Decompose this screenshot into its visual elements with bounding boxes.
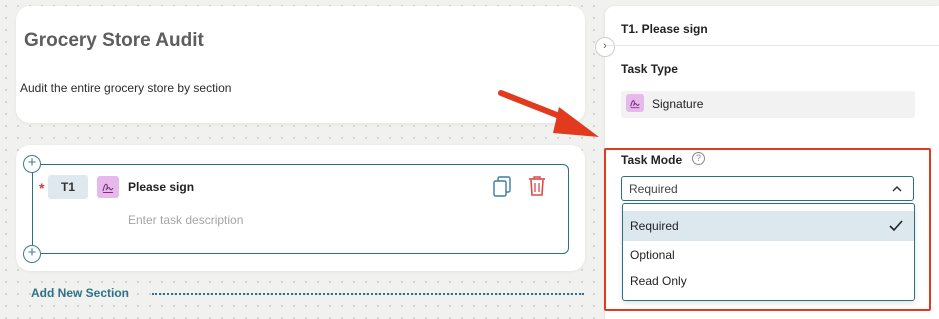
chevron-up-icon[interactable] [891,181,903,199]
annotation-arrow-icon [495,85,605,150]
help-icon[interactable]: ? [692,152,705,165]
task-description-input[interactable] [128,212,428,228]
collapse-panel-button[interactable]: › [595,37,615,57]
task-number-badge: T1 [48,175,88,199]
add-task-above-button[interactable]: + [23,155,41,173]
task-type-label: Task Type [621,62,678,76]
section-divider [152,293,584,295]
delete-icon[interactable] [527,175,547,202]
task-mode-label: Task Mode [621,153,683,167]
checkmark-icon [888,219,904,238]
form-description[interactable]: Audit the entire grocery store by sectio… [20,81,231,95]
required-indicator: * [39,180,45,196]
task-mode-select-value: Required [629,182,678,196]
panel-divider [606,45,939,46]
option-required[interactable]: Required [623,211,914,241]
form-title[interactable]: Grocery Store Audit [24,30,204,52]
signature-icon [626,94,644,112]
task-type-value: Signature [652,97,704,111]
task-title[interactable]: Please sign [128,180,194,194]
panel-title: T1. Please sign [621,22,708,36]
copy-icon[interactable] [492,176,512,203]
option-read-only[interactable]: Read Only [623,266,914,296]
task-mode-dropdown: Required Optional Read Only [622,203,915,301]
signature-icon [97,176,119,198]
add-task-below-button[interactable]: + [23,245,41,263]
add-new-section-button[interactable]: Add New Section [31,286,129,300]
